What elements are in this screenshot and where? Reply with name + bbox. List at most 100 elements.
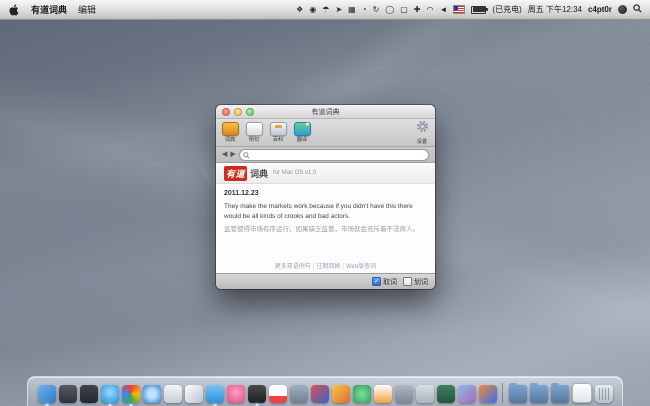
dock-item[interactable] bbox=[551, 385, 569, 403]
notification-icon[interactable] bbox=[618, 5, 627, 14]
dock-item[interactable] bbox=[332, 385, 350, 403]
footer-link[interactable]: 更多双语例句 bbox=[275, 264, 311, 270]
dock-item[interactable] bbox=[206, 385, 224, 403]
status-icon[interactable]: ▦ bbox=[348, 6, 356, 14]
status-icon[interactable]: ◄ bbox=[439, 6, 447, 14]
status-icon[interactable]: ▢ bbox=[400, 6, 408, 14]
window-statusbar: ✓ 取词 划词 bbox=[216, 273, 435, 289]
dock-item[interactable] bbox=[164, 385, 182, 403]
dock-item[interactable] bbox=[290, 385, 308, 403]
dock-item[interactable] bbox=[509, 385, 527, 403]
toolbar-button[interactable]: 百科 bbox=[270, 122, 287, 143]
checkbox-label: 取词 bbox=[383, 277, 397, 287]
dock bbox=[27, 376, 623, 406]
status-icon[interactable]: ◉ bbox=[309, 6, 316, 14]
settings-button-label: 设置 bbox=[417, 139, 427, 144]
status-icon[interactable]: ◯ bbox=[385, 6, 394, 14]
dock-item[interactable] bbox=[374, 385, 392, 403]
dock-item[interactable] bbox=[185, 385, 203, 403]
spotlight-search-icon[interactable] bbox=[633, 4, 642, 15]
footer-link[interactable]: 往期回顾 bbox=[316, 264, 340, 270]
footer-link[interactable]: Web版查词 bbox=[346, 264, 376, 270]
dock-item[interactable] bbox=[353, 385, 371, 403]
window-titlebar[interactable]: 有道词典 bbox=[216, 105, 435, 119]
youdao-logo-red: 有道 bbox=[224, 166, 247, 181]
battery-icon[interactable] bbox=[471, 6, 486, 14]
footer-links: 更多双语例句|往期回顾|Web版查词 bbox=[216, 261, 435, 270]
checkbox-box[interactable] bbox=[403, 277, 412, 286]
checkbox-label: 划词 bbox=[414, 277, 428, 287]
dock-item[interactable] bbox=[572, 383, 592, 403]
desktop-screen: 有道词典 编辑 ❖◉☂➤▦◔↻◯▢✚◠◄ (已充电) 周五 下午12:34 c4… bbox=[0, 0, 650, 406]
back-button[interactable]: ◀ bbox=[222, 151, 227, 158]
search-icon bbox=[243, 146, 250, 164]
logo-version-label: for Mac OS v1.0 bbox=[273, 170, 316, 176]
dock-item[interactable] bbox=[595, 385, 613, 403]
user-menu[interactable]: c4pt0r bbox=[588, 5, 612, 14]
window-title: 有道词典 bbox=[216, 107, 435, 117]
dock-item[interactable] bbox=[248, 385, 266, 403]
daily-sentence-pane: 2011.12.23 They make the markets work be… bbox=[216, 184, 435, 273]
app-logo-band: 有道 词典 for Mac OS v1.0 bbox=[216, 163, 435, 184]
dock-item[interactable] bbox=[502, 383, 503, 403]
menu-edit[interactable]: 编辑 bbox=[78, 3, 96, 16]
status-icon[interactable]: ↻ bbox=[373, 6, 380, 14]
status-icon[interactable]: ✚ bbox=[414, 6, 421, 14]
dock-item[interactable] bbox=[437, 385, 455, 403]
checkbox-option[interactable]: ✓ 取词 bbox=[372, 277, 397, 287]
youdao-logo-gray: 词典 bbox=[250, 167, 268, 180]
dock-item[interactable] bbox=[458, 385, 476, 403]
toolbar-button-label: 翻译 bbox=[297, 137, 307, 142]
dock-item[interactable] bbox=[530, 385, 548, 403]
daily-date: 2011.12.23 bbox=[224, 190, 427, 197]
toolbar-button-icon bbox=[270, 122, 287, 136]
menu-clock[interactable]: 周五 下午12:34 bbox=[528, 4, 582, 15]
dock-item[interactable] bbox=[227, 385, 245, 403]
status-icon[interactable]: ➤ bbox=[335, 6, 342, 14]
toolbar-button-icon bbox=[222, 122, 239, 136]
dock-item[interactable] bbox=[311, 385, 329, 403]
footer-link-separator: | bbox=[313, 264, 315, 270]
status-icon[interactable]: ◔ bbox=[362, 6, 367, 14]
daily-sentence-english: They make the markets work because if yo… bbox=[224, 202, 427, 222]
dock-item[interactable] bbox=[101, 385, 119, 403]
daily-sentence-chinese: 监管使得市场有序运行，如果缺乏监管，市场就会充斥着不法商人。 bbox=[224, 225, 427, 235]
toolbar-button-label: 词典 bbox=[225, 137, 235, 142]
footer-link-separator: | bbox=[342, 264, 344, 270]
toolbar: 词典 例句 百科 翻译 bbox=[216, 119, 435, 147]
search-field[interactable] bbox=[239, 149, 429, 161]
toolbar-button-icon bbox=[294, 122, 311, 136]
status-icon-group: ❖ ◉ ☂ ➤ ▦ ◔ ↻ ◯ ▢ ✚ ◠ ◄ bbox=[296, 6, 447, 14]
toolbar-button[interactable]: 翻译 bbox=[294, 122, 311, 143]
checkbox-box[interactable]: ✓ bbox=[372, 277, 381, 286]
menu-app-title[interactable]: 有道词典 bbox=[31, 3, 67, 16]
toolbar-button[interactable]: 例句 bbox=[246, 122, 263, 143]
dock-item[interactable] bbox=[479, 385, 497, 403]
status-icon[interactable]: ◠ bbox=[427, 6, 434, 14]
dock-item[interactable] bbox=[416, 385, 434, 403]
apple-menu-icon[interactable] bbox=[9, 4, 20, 16]
dock-item[interactable] bbox=[38, 385, 56, 403]
checkbox-option[interactable]: 划词 bbox=[403, 277, 428, 287]
search-input[interactable] bbox=[252, 150, 425, 159]
menu-bar: 有道词典 编辑 ❖ ◉ ☂ ➤ ▦ ◔ ↻ ◯ ▢ ✚ ◠ ◄ (已充电) 周五 下午12:34 c4… bbox=[0, 0, 650, 20]
gear-icon bbox=[416, 120, 429, 138]
status-icon[interactable]: ☂ bbox=[322, 6, 329, 14]
battery-status-label[interactable]: (已充电) bbox=[492, 4, 521, 15]
toolbar-button-icon bbox=[246, 122, 263, 136]
youdao-dictionary-window: 有道词典 词典 例句 百科 bbox=[216, 105, 435, 289]
dock-item[interactable] bbox=[59, 385, 77, 403]
status-icon[interactable]: ❖ bbox=[296, 6, 303, 14]
toolbar-button[interactable]: 词典 bbox=[222, 122, 239, 143]
input-language-flag-icon[interactable] bbox=[453, 5, 465, 14]
dock-item[interactable] bbox=[143, 385, 161, 403]
navigation-bar: ◀ ▶ bbox=[216, 147, 435, 163]
toolbar-button-label: 例句 bbox=[249, 137, 259, 142]
toolbar-button-label: 百科 bbox=[273, 137, 283, 142]
settings-button[interactable]: 设置 bbox=[416, 120, 429, 145]
dock-item[interactable] bbox=[395, 385, 413, 403]
dock-item[interactable] bbox=[122, 385, 140, 403]
forward-button[interactable]: ▶ bbox=[230, 151, 235, 158]
dock-item[interactable] bbox=[269, 385, 287, 403]
dock-item[interactable] bbox=[80, 385, 98, 403]
